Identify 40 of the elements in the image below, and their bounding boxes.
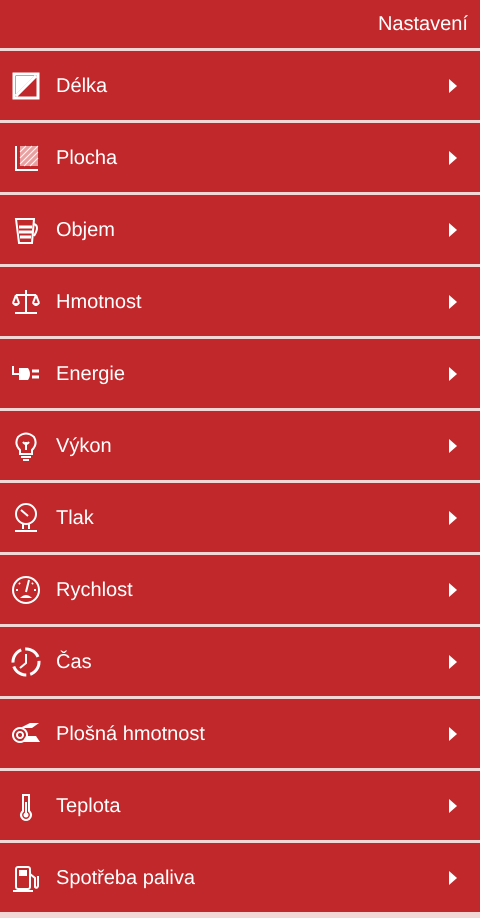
menu-item[interactable]: Plošná hmotnost: [0, 699, 480, 768]
menu-item-label: Tlak: [56, 506, 95, 530]
chevron-right-icon: [448, 78, 458, 94]
menu-item[interactable]: Rychlost: [0, 555, 480, 624]
menu-item-label: Plošná hmotnost: [56, 722, 206, 746]
clock-icon: [10, 646, 42, 678]
chevron-right-icon: [448, 150, 458, 166]
chevron-right-icon: [448, 510, 458, 526]
menu-item-label: Čas: [56, 650, 93, 674]
menu-item[interactable]: Objem: [0, 195, 480, 264]
menu-item[interactable]: Délka: [0, 51, 480, 120]
menu-item-label: Objem: [56, 218, 116, 242]
menu-item-label: Plocha: [56, 146, 118, 170]
chevron-right-icon: [448, 726, 458, 742]
menu-item[interactable]: Čas: [0, 627, 480, 696]
chevron-right-icon: [448, 798, 458, 814]
menu-item-label: Rychlost: [56, 578, 134, 602]
menu-item-label: Teplota: [56, 794, 122, 818]
menu-item-label: Délka: [56, 74, 108, 98]
menu-item[interactable]: Hmotnost: [0, 267, 480, 336]
header-title: Nastavení: [378, 12, 468, 37]
menu-item-label: Spotřeba paliva: [56, 866, 196, 890]
chevron-right-icon: [448, 222, 458, 238]
menu-item[interactable]: Teplota: [0, 771, 480, 840]
chevron-right-icon: [448, 294, 458, 310]
chevron-right-icon: [448, 366, 458, 382]
menu-item-label: Hmotnost: [56, 290, 143, 314]
menu-item-label: Energie: [56, 362, 126, 386]
chevron-right-icon: [448, 438, 458, 454]
chevron-right-icon: [448, 870, 458, 886]
menu-item[interactable]: Energie: [0, 339, 480, 408]
speedometer-icon: [10, 574, 42, 606]
chevron-right-icon: [448, 582, 458, 598]
menu-item[interactable]: Spotřeba paliva: [0, 843, 480, 912]
menu-item[interactable]: Výkon: [0, 411, 480, 480]
chevron-right-icon: [448, 654, 458, 670]
menu-item[interactable]: Plocha: [0, 123, 480, 192]
menu-item[interactable]: Tlak: [0, 483, 480, 552]
square-slash-icon: [10, 70, 42, 102]
menu-item-label: Výkon: [56, 434, 113, 458]
